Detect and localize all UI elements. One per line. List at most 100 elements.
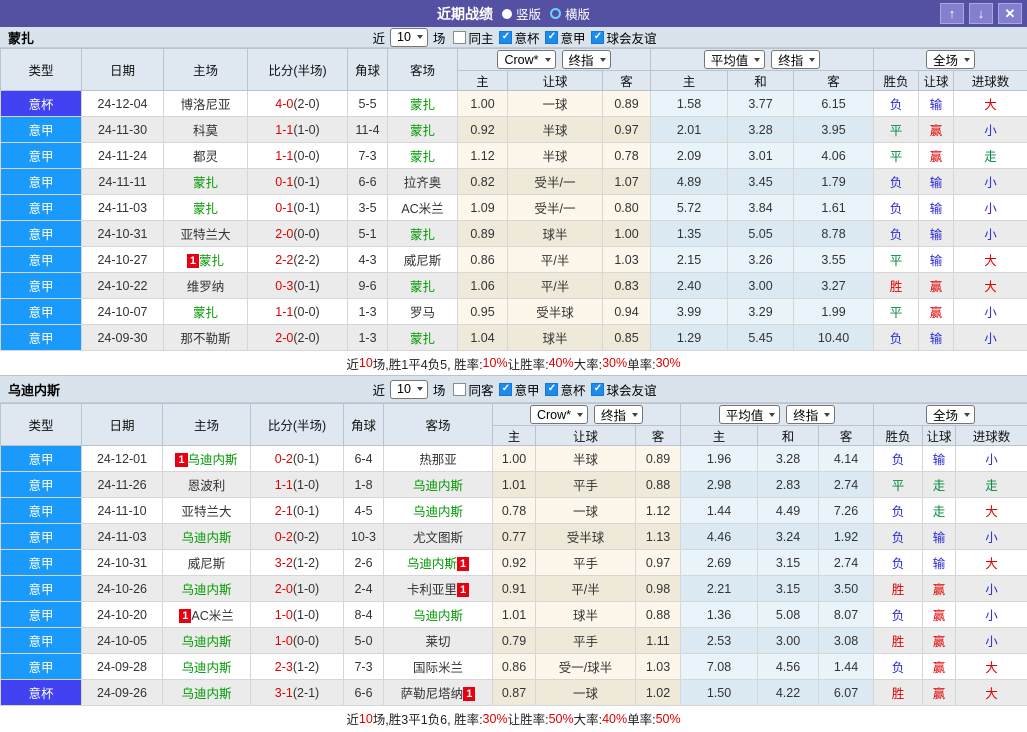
chevron-down-icon xyxy=(416,387,423,391)
match-row: 意甲 24-10-31 亚特兰大 2-0(0-0) 5-1 蒙扎 0.89 球半 1.00 1.3… xyxy=(0,220,1027,247)
date-cell: 24-09-26 xyxy=(81,679,163,706)
goals-result: 大 xyxy=(955,653,1027,680)
corner-cell: 2-6 xyxy=(343,549,384,576)
date-cell: 24-11-10 xyxy=(81,497,163,524)
bookmaker-select[interactable]: Crow* xyxy=(497,50,556,69)
league-checkbox-coppa[interactable]: ✓ xyxy=(499,30,513,44)
type-cell: 意杯 xyxy=(0,90,82,117)
handicap-result: 赢 xyxy=(922,627,957,654)
home-team-cell: 维罗纳 xyxy=(163,272,248,299)
asian-home-odds: 0.77 xyxy=(492,523,536,550)
chevron-down-icon xyxy=(632,412,639,417)
fulltime-score: 0-2 xyxy=(274,529,293,544)
move-down-button[interactable]: ↓ xyxy=(969,3,993,24)
summary-text: 让胜率: xyxy=(507,713,549,727)
euro-home-odds: 1.35 xyxy=(650,220,729,247)
euro-away-odds: 1.61 xyxy=(793,194,875,221)
league-checkbox-friendly[interactable]: ✓ xyxy=(591,30,605,44)
handicap-result: 走 xyxy=(922,497,957,524)
team-label: AC米兰 xyxy=(401,202,444,216)
fulltime-score: 2-0 xyxy=(274,581,293,596)
score-cell: 1-0(1-0) xyxy=(250,601,344,628)
team-label: 乌迪内斯 xyxy=(181,531,232,545)
league-checkbox-coppa[interactable]: ✓ xyxy=(545,382,559,396)
same-venue-checkbox[interactable] xyxy=(453,30,467,44)
asian-odds-time-select[interactable]: 终指 xyxy=(594,405,644,424)
handicap-cell: 一球 xyxy=(535,497,636,524)
euro-draw-odds: 3.45 xyxy=(727,168,795,195)
asian-away-odds: 0.80 xyxy=(601,194,652,221)
euro-draw-odds: 3.00 xyxy=(727,272,795,299)
col-header-away: 客场 xyxy=(383,403,493,446)
handicap-cell: 受半/一 xyxy=(507,168,603,195)
home-team-cell: 乌迪内斯 xyxy=(162,523,251,550)
outcome-result: 负 xyxy=(873,194,920,221)
bookmaker-select[interactable]: Crow* xyxy=(529,405,589,424)
handicap-cell: 受半球 xyxy=(507,298,603,325)
league-label-friendly: 球会友谊 xyxy=(606,31,657,46)
euro-odds-source-select[interactable]: 平均值 xyxy=(718,405,781,424)
match-row: 意甲 24-10-26 乌迪内斯 2-0(1-0) 2-4 卡利亚里 1 0.91 平/半 0.9… xyxy=(0,575,1027,602)
corner-cell: 6-4 xyxy=(343,445,384,472)
team-label: 蒙扎 xyxy=(409,280,435,294)
col-header-corner: 角球 xyxy=(343,403,384,446)
team-label: 乌迪内斯 xyxy=(181,687,232,701)
euro-draw-odds: 3.28 xyxy=(727,116,795,143)
sub-header-euro-draw: 和 xyxy=(757,425,820,446)
handicap-result: 输 xyxy=(922,523,957,550)
summary-text: 场,胜3平1负6, 胜率: xyxy=(372,713,483,727)
close-button[interactable]: ✕ xyxy=(998,3,1022,24)
euro-away-odds: 10.40 xyxy=(793,324,875,351)
score-cell: 0-3(0-1) xyxy=(247,272,348,299)
red-card-badge: 1 xyxy=(463,687,476,701)
team-label: 乌迪内斯 xyxy=(181,583,232,597)
asian-odds-time-select[interactable]: 终指 xyxy=(561,50,611,69)
team-label: 蒙扎 xyxy=(409,228,435,242)
games-count-select[interactable]: 10 xyxy=(390,27,428,47)
team-label: 蒙扎 xyxy=(192,176,218,190)
radio-horizontal-layout[interactable]: 横版 xyxy=(550,4,590,23)
euro-home-odds: 2.21 xyxy=(680,575,759,602)
league-checkbox-seriea[interactable]: ✓ xyxy=(499,382,513,396)
handicap-cell: 受半/一 xyxy=(507,194,603,221)
radio-selected-icon xyxy=(501,8,512,19)
asian-home-odds: 1.01 xyxy=(492,601,536,628)
halftime-score: (0-1) xyxy=(293,278,320,293)
move-up-button[interactable]: ↑ xyxy=(940,3,964,24)
asian-home-odds: 0.91 xyxy=(492,575,536,602)
league-label-friendly: 球会友谊 xyxy=(606,383,657,398)
handicap-result: 赢 xyxy=(922,679,957,706)
outcome-result: 负 xyxy=(873,601,924,628)
euro-home-odds: 2.09 xyxy=(650,142,729,169)
team-label: 恩波利 xyxy=(187,479,226,493)
team-label: 莱切 xyxy=(425,635,451,649)
euro-odds-source-select[interactable]: 平均值 xyxy=(703,50,766,69)
type-cell: 意甲 xyxy=(0,324,82,351)
check-icon: ✓ xyxy=(593,31,603,42)
type-cell: 意甲 xyxy=(0,220,82,247)
euro-odds-time-select[interactable]: 终指 xyxy=(771,50,821,69)
games-count-select[interactable]: 10 xyxy=(390,379,428,399)
scope-select[interactable]: 全场 xyxy=(926,50,976,69)
euro-home-odds: 1.50 xyxy=(680,679,759,706)
score-cell: 1-0(0-0) xyxy=(250,627,344,654)
recent-results-panel: 近期战绩 竖版 横版 ↑ ↓ ✕ 蒙扎 近 10 场 同主 ✓ 意杯 ✓ 意甲 … xyxy=(0,0,1027,732)
home-team-cell: 科莫 xyxy=(163,116,248,143)
euro-away-odds: 3.50 xyxy=(818,575,875,602)
euro-odds-time-select[interactable]: 终指 xyxy=(786,405,836,424)
scope-select[interactable]: 全场 xyxy=(926,405,976,424)
league-checkbox-seriea[interactable]: ✓ xyxy=(545,30,559,44)
goals-result: 小 xyxy=(955,445,1027,472)
summary-text: 近 xyxy=(346,713,359,727)
league-checkbox-friendly[interactable]: ✓ xyxy=(591,382,605,396)
team-label: 乌迪内斯 xyxy=(412,505,463,519)
same-venue-checkbox[interactable] xyxy=(453,382,467,396)
date-cell: 24-12-01 xyxy=(81,445,163,472)
date-cell: 24-10-20 xyxy=(81,601,163,628)
corner-cell: 5-5 xyxy=(347,90,388,117)
outcome-result: 负 xyxy=(873,497,924,524)
halftime-score: (1-0) xyxy=(292,477,320,492)
radio-vertical-layout[interactable]: 竖版 xyxy=(501,4,541,23)
euro-away-odds: 6.07 xyxy=(818,679,875,706)
match-row: 意甲 24-12-01 1 乌迪内斯 0-2(0-1) 6-4 热那亚 1.00 半球 0.89 1… xyxy=(0,445,1027,472)
